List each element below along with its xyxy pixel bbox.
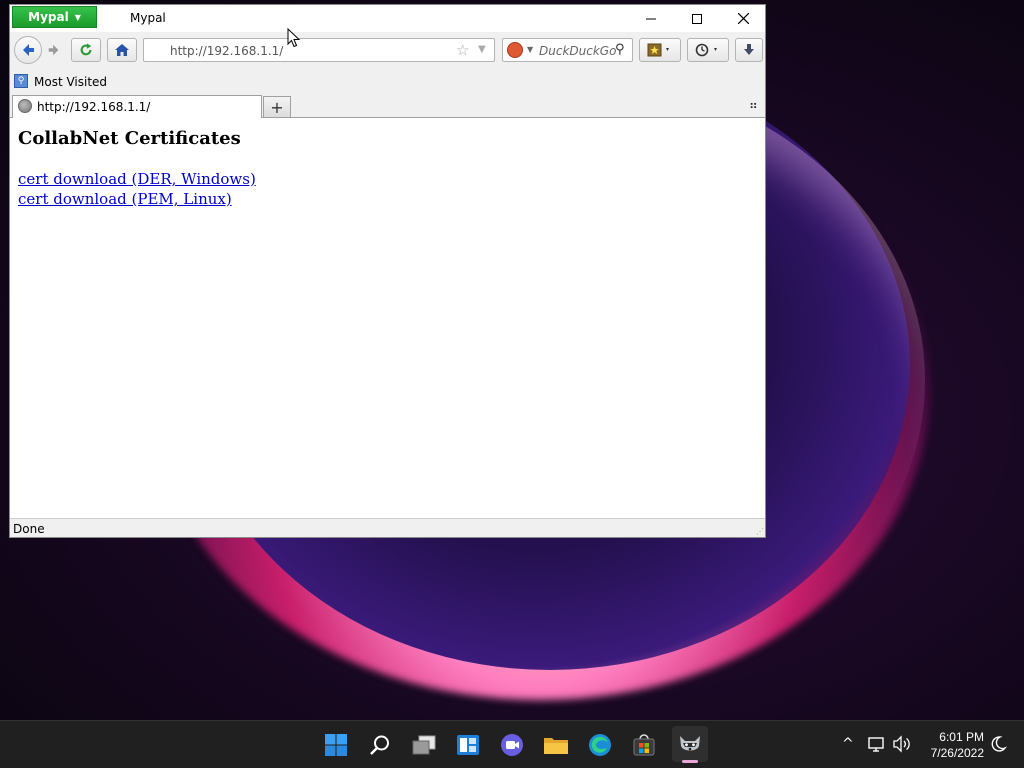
maximize-button[interactable]	[674, 5, 720, 32]
mouse-cursor-icon	[287, 28, 301, 48]
new-tab-button[interactable]: +	[263, 96, 291, 118]
back-arrow-icon	[23, 44, 34, 56]
moon-focus-icon[interactable]	[989, 735, 1007, 753]
reload-button[interactable]	[71, 38, 101, 62]
history-button[interactable]	[687, 38, 729, 62]
store-button[interactable]	[628, 729, 660, 761]
home-icon	[115, 44, 129, 56]
bookmarks-menu-button[interactable]	[639, 38, 681, 62]
resize-grip-icon[interactable]: ⋰	[756, 527, 764, 536]
back-button[interactable]	[14, 36, 42, 64]
taskbar-search-button[interactable]	[364, 729, 396, 761]
status-bar: Done ⋰	[10, 518, 765, 537]
close-icon	[737, 13, 749, 24]
tab-label: http://192.168.1.1/	[37, 100, 151, 114]
reload-icon	[80, 43, 92, 56]
history-dropdown-icon[interactable]: ▼	[478, 44, 486, 55]
navigation-toolbar: http://192.168.1.1/ ☆ ▼ ▼ DuckDuckGo ⚲	[10, 32, 765, 70]
edge-button[interactable]	[584, 729, 616, 761]
close-button[interactable]	[720, 5, 766, 32]
page-heading: CollabNet Certificates	[18, 128, 241, 149]
bookmark-folder-icon: ⚲	[14, 74, 28, 88]
file-explorer-button[interactable]	[540, 729, 572, 761]
taskbar: ^ 6:01 PM 7/26/2022	[0, 720, 1024, 768]
tray-overflow-chevron-icon[interactable]: ^	[842, 736, 854, 752]
address-bar[interactable]: http://192.168.1.1/ ☆ ▼	[143, 38, 495, 62]
volume-icon[interactable]	[892, 735, 912, 753]
title-bar: Mypal ▼ Mypal	[10, 5, 765, 32]
search-icon	[370, 735, 389, 755]
widgets-icon	[457, 735, 479, 755]
clock-time[interactable]: 6:01 PM	[918, 730, 984, 744]
search-input[interactable]: DuckDuckGo	[539, 44, 616, 58]
page-content: CollabNet Certificates cert download (DE…	[10, 118, 765, 518]
caret-down-icon: ▼	[74, 12, 81, 22]
address-input[interactable]: http://192.168.1.1/	[170, 44, 283, 58]
minimize-button[interactable]	[628, 5, 674, 32]
downloads-button[interactable]	[735, 38, 763, 62]
network-icon[interactable]	[868, 735, 886, 753]
browser-window: Mypal ▼ Mypal http://192.168.1.1/ ☆ ▼ ▼ …	[9, 4, 766, 538]
bookmarks-star-icon	[647, 43, 669, 57]
folder-icon	[544, 738, 568, 754]
tab-list-grid-icon[interactable]: ⠶	[749, 98, 758, 112]
duckduckgo-icon[interactable]	[507, 42, 523, 58]
magnifier-icon[interactable]: ⚲	[615, 42, 625, 57]
clock-date[interactable]: 7/26/2022	[918, 746, 984, 760]
app-menu-label: Mypal	[28, 10, 69, 24]
bookmark-star-icon[interactable]: ☆	[456, 41, 469, 59]
task-view-icon	[412, 735, 436, 755]
mypal-taskbar-button[interactable]	[672, 726, 708, 762]
forward-arrow-icon	[48, 44, 59, 56]
active-app-indicator	[682, 760, 698, 763]
mypal-icon	[680, 736, 700, 751]
minimize-icon	[646, 18, 656, 19]
globe-icon	[18, 99, 32, 113]
app-menu-button[interactable]: Mypal ▼	[12, 6, 97, 28]
task-view-button[interactable]	[408, 729, 440, 761]
forward-button[interactable]	[41, 38, 67, 62]
bookmarks-toolbar: ⚲ Most Visited	[10, 70, 765, 94]
edge-icon	[589, 734, 611, 756]
bookmark-most-visited[interactable]: Most Visited	[34, 75, 107, 89]
window-title: Mypal	[130, 11, 166, 25]
status-text: Done	[13, 522, 45, 536]
start-button[interactable]	[320, 729, 352, 761]
cert-download-der-link[interactable]: cert download (DER, Windows)	[18, 170, 256, 188]
plus-icon: +	[270, 97, 284, 117]
chat-icon	[501, 734, 523, 756]
home-button[interactable]	[107, 38, 137, 62]
chat-button[interactable]	[496, 729, 528, 761]
search-bar[interactable]: ▼ DuckDuckGo ⚲	[502, 38, 633, 62]
store-icon	[633, 734, 655, 756]
download-arrow-icon	[744, 44, 754, 55]
widgets-button[interactable]	[452, 729, 484, 761]
search-engine-caret-icon[interactable]: ▼	[527, 45, 533, 54]
tab-strip: http://192.168.1.1/ + ⠶	[10, 94, 765, 118]
clock-icon	[695, 43, 717, 57]
maximize-icon	[692, 13, 702, 24]
cert-download-pem-link[interactable]: cert download (PEM, Linux)	[18, 190, 232, 208]
windows-logo-icon	[325, 734, 347, 756]
tab-active[interactable]: http://192.168.1.1/	[12, 95, 262, 118]
